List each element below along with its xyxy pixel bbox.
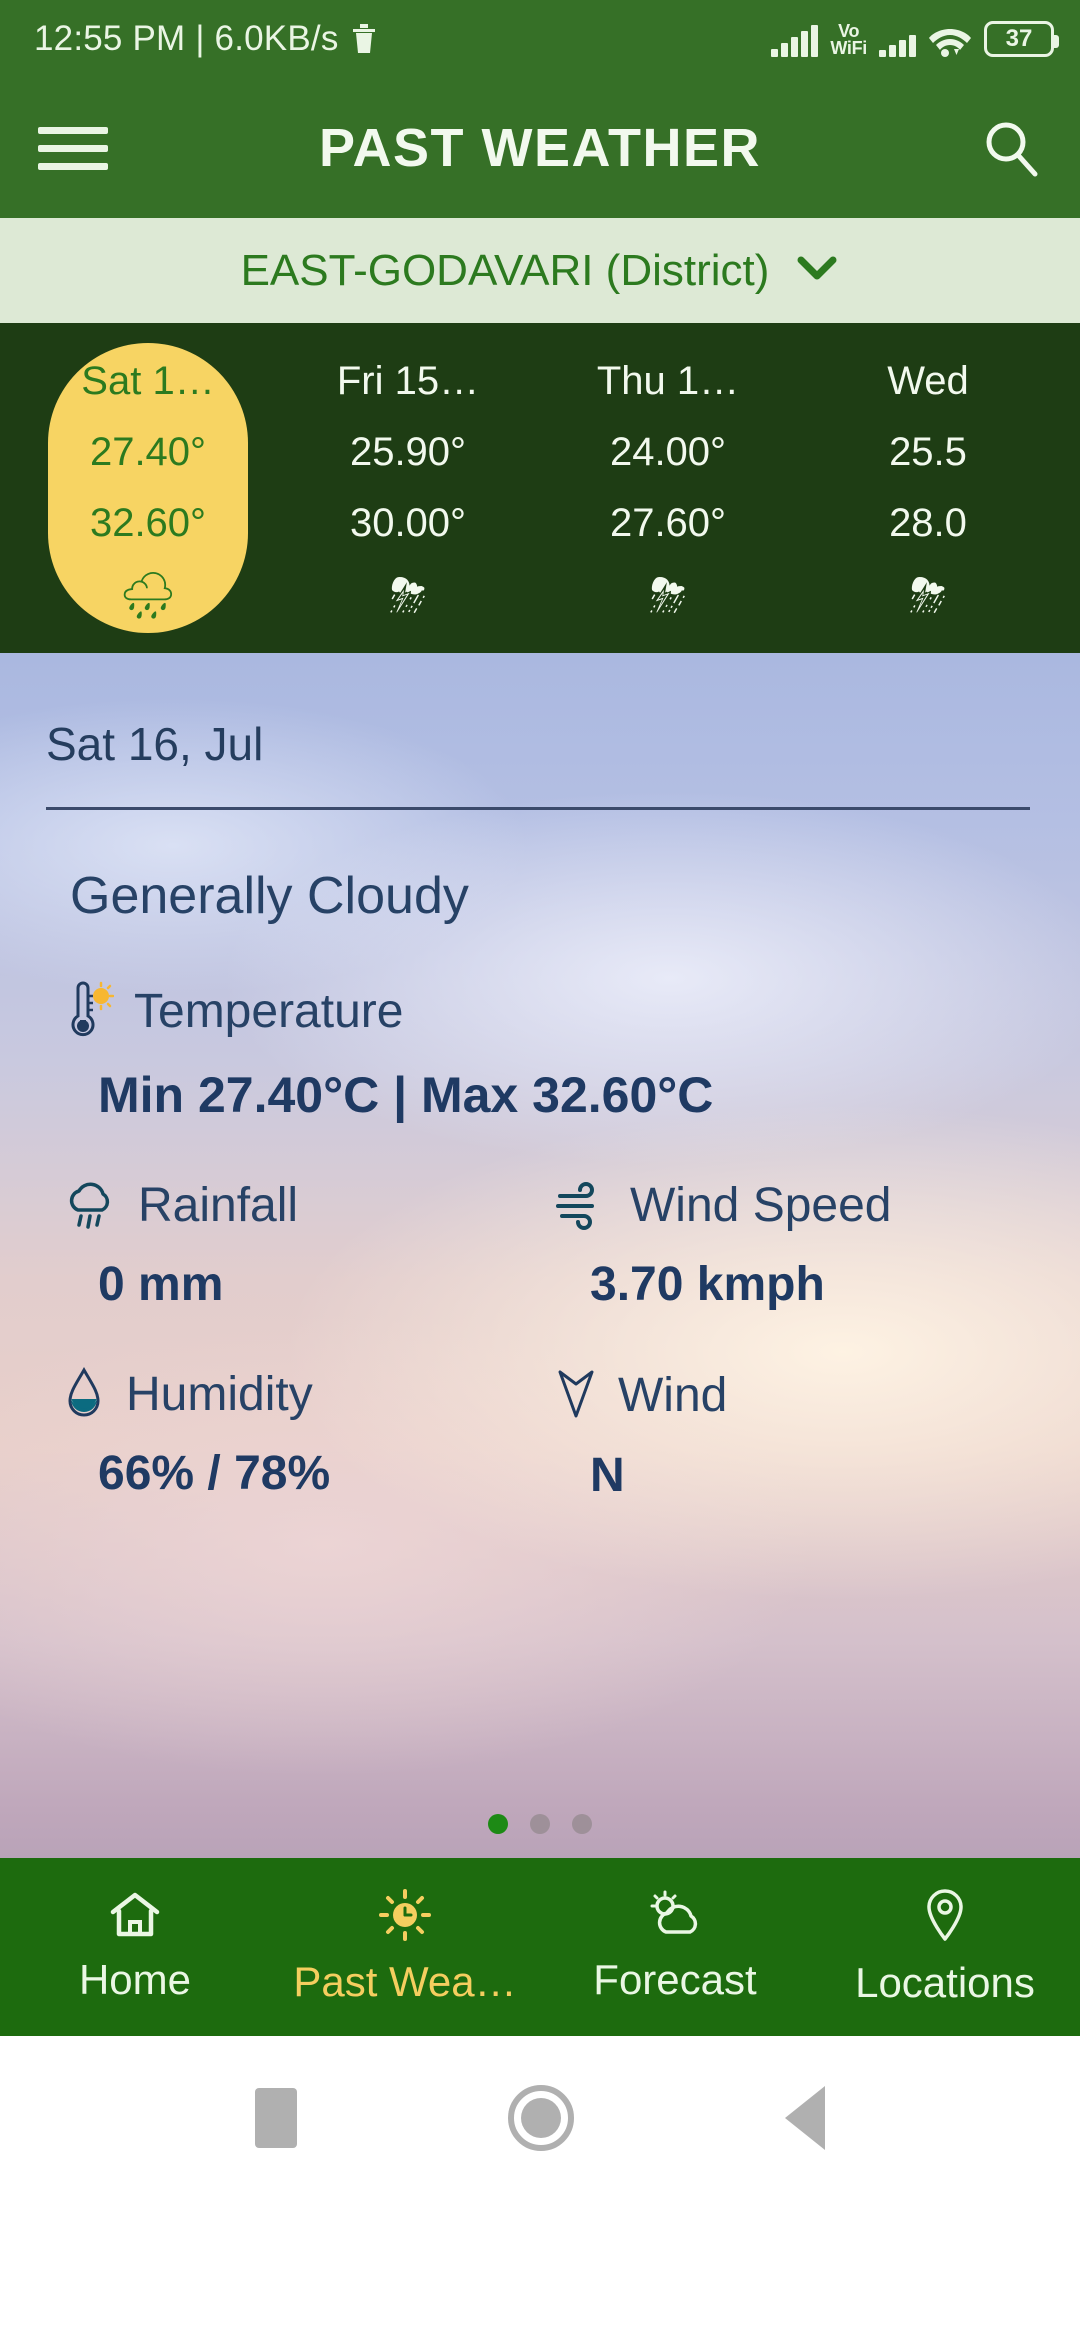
divider [46,807,1030,810]
app-bar: PAST WEATHER [0,78,1080,218]
detail-date: Sat 16, Jul [46,718,264,770]
day-card-name: Fri 15… [336,358,480,403]
nav-item-forecast[interactable]: Forecast [540,1890,810,2004]
status-bar-right: Vo WiFi 37 [771,21,1059,58]
home-circle-icon[interactable] [507,2085,574,2151]
nav-item-locations[interactable]: Locations [810,1887,1080,2007]
humidity-wind-row: Humidity 66% / 78% Wind N [46,1366,1030,1503]
nav-label-past-weather: Past Wea… [293,1958,517,2005]
water-drop-icon [68,1366,100,1417]
nav-label-home: Home [78,1956,192,2003]
home-icon [110,1892,160,1937]
temperature-head: Temperature [62,980,1030,1042]
bottom-navigation: Home Past Wea… Forecast Locations [0,1858,1080,2036]
day-card-max-temp: 27.60° [609,500,727,545]
sun-clock-icon [379,1889,431,1941]
humidity-head: Humidity [62,1366,538,1422]
day-carousel[interactable]: Sat 1… 27.40° 32.60° 🌧 Fri 15… 25.90° 30… [0,323,1080,653]
map-pin-icon [927,1889,963,1941]
wind-direction-label: Wind [618,1368,728,1422]
status-time-network: 12:55 PM | 6.0KB/s [34,19,339,58]
recents-square-icon[interactable] [255,2088,298,2148]
day-card-name: Sat 1… [81,358,215,403]
day-card-max-temp: 28.0 [889,500,967,545]
day-card[interactable]: Wed 25.5 28.0 ⛈ [828,343,1028,633]
wind-speed-head: Wind Speed [554,1178,1030,1233]
trash-icon [352,24,375,53]
rainfall-value: 0 mm [98,1258,224,1311]
rainfall-label: Rainfall [138,1179,299,1232]
page-title: PAST WEATHER [319,118,761,178]
pager-dot[interactable] [530,1814,550,1834]
wind-direction-arrow-icon [558,1370,594,1418]
weather-summary: Generally Cloudy [70,867,469,925]
district-selector-label: EAST-GODAVARI (District) [240,245,770,295]
rainfall-wind-speed-row: Rainfall 0 mm Wind Speed 3.70 kmph [46,1178,1030,1312]
vowifi-icon: Vo WiFi [830,22,867,58]
battery-level: 37 [1005,25,1033,52]
humidity-label: Humidity [126,1367,313,1421]
wind-direction-metric: Wind N [538,1366,1030,1503]
wind-icon [556,1181,594,1230]
day-card-min-temp: 27.40° [89,429,207,474]
day-card-max-temp: 30.00° [349,500,467,545]
rainfall-head: Rainfall [62,1178,538,1233]
cellular-signal-secondary-icon [879,23,916,57]
nav-item-home[interactable]: Home [0,1890,270,2004]
temperature-label: Temperature [134,984,404,1038]
hamburger-line [38,162,108,170]
pager-dot-active[interactable] [488,1814,508,1834]
pager-dot[interactable] [572,1814,592,1834]
hamburger-line [38,126,108,134]
day-card-name: Thu 1… [596,358,740,403]
wind-speed-metric: Wind Speed 3.70 kmph [538,1178,1030,1312]
cloud-rain-icon [69,1181,110,1229]
rainfall-metric: Rainfall 0 mm [46,1178,538,1312]
nav-label-locations: Locations [855,1959,1035,2006]
status-bar-left: 12:55 PM | 6.0KB/s [34,19,377,59]
day-card[interactable]: Fri 15… 25.90° 30.00° ⛈ [308,343,508,633]
wind-speed-value: 3.70 kmph [590,1258,825,1311]
cellular-signal-icon [771,23,819,57]
humidity-value: 66% / 78% [98,1447,331,1500]
hamburger-menu-icon[interactable] [38,126,108,170]
weather-detail-card[interactable]: Sat 16, Jul Generally Cloudy Temperature… [0,653,1080,1858]
thunderstorm-icon: ⛈ [909,568,947,621]
temperature-row: Temperature Min 27.40°C | Max 32.60°C [46,980,1030,1124]
day-card-min-temp: 25.90° [349,429,467,474]
back-triangle-icon[interactable] [784,2086,825,2150]
temperature-value: Min 27.40°C | Max 32.60°C [98,1067,714,1123]
vowifi-line2: WiFi [830,38,867,58]
day-card[interactable]: Thu 1… 24.00° 27.60° ⛈ [568,343,768,633]
thunderstorm-icon: ⛈ [649,568,687,621]
wind-speed-label: Wind Speed [630,1179,892,1232]
humidity-metric: Humidity 66% / 78% [46,1366,538,1503]
sun-behind-cloud-icon [650,1890,698,1934]
thermometer-sun-icon [71,981,114,1037]
nav-label-forecast: Forecast [593,1956,757,2003]
day-card-min-temp: 24.00° [609,429,727,474]
pager-dots[interactable] [0,1814,1080,1834]
day-card-name: Wed [887,358,969,403]
hamburger-line [38,144,108,152]
wind-direction-value: N [590,1449,625,1502]
search-icon[interactable] [972,117,1042,179]
android-navigation-bar [0,2036,1080,2200]
wind-direction-head: Wind [554,1366,1030,1424]
wifi-icon [929,29,971,57]
day-card-max-temp: 32.60° [89,500,207,545]
battery-icon: 37 [984,21,1059,57]
temperature-metric: Temperature Min 27.40°C | Max 32.60°C [46,980,1030,1124]
day-card-min-temp: 25.5 [889,429,967,474]
day-card-selected[interactable]: Sat 1… 27.40° 32.60° 🌧 [48,343,248,633]
thunderstorm-icon: ⛈ [389,568,427,621]
rain-cloud-icon: 🌧 [118,568,178,621]
chevron-down-icon [795,252,839,290]
status-bar: 12:55 PM | 6.0KB/s Vo WiFi 37 [0,0,1080,78]
district-selector[interactable]: EAST-GODAVARI (District) [0,218,1080,323]
nav-item-past-weather[interactable]: Past Wea… [270,1888,540,2006]
